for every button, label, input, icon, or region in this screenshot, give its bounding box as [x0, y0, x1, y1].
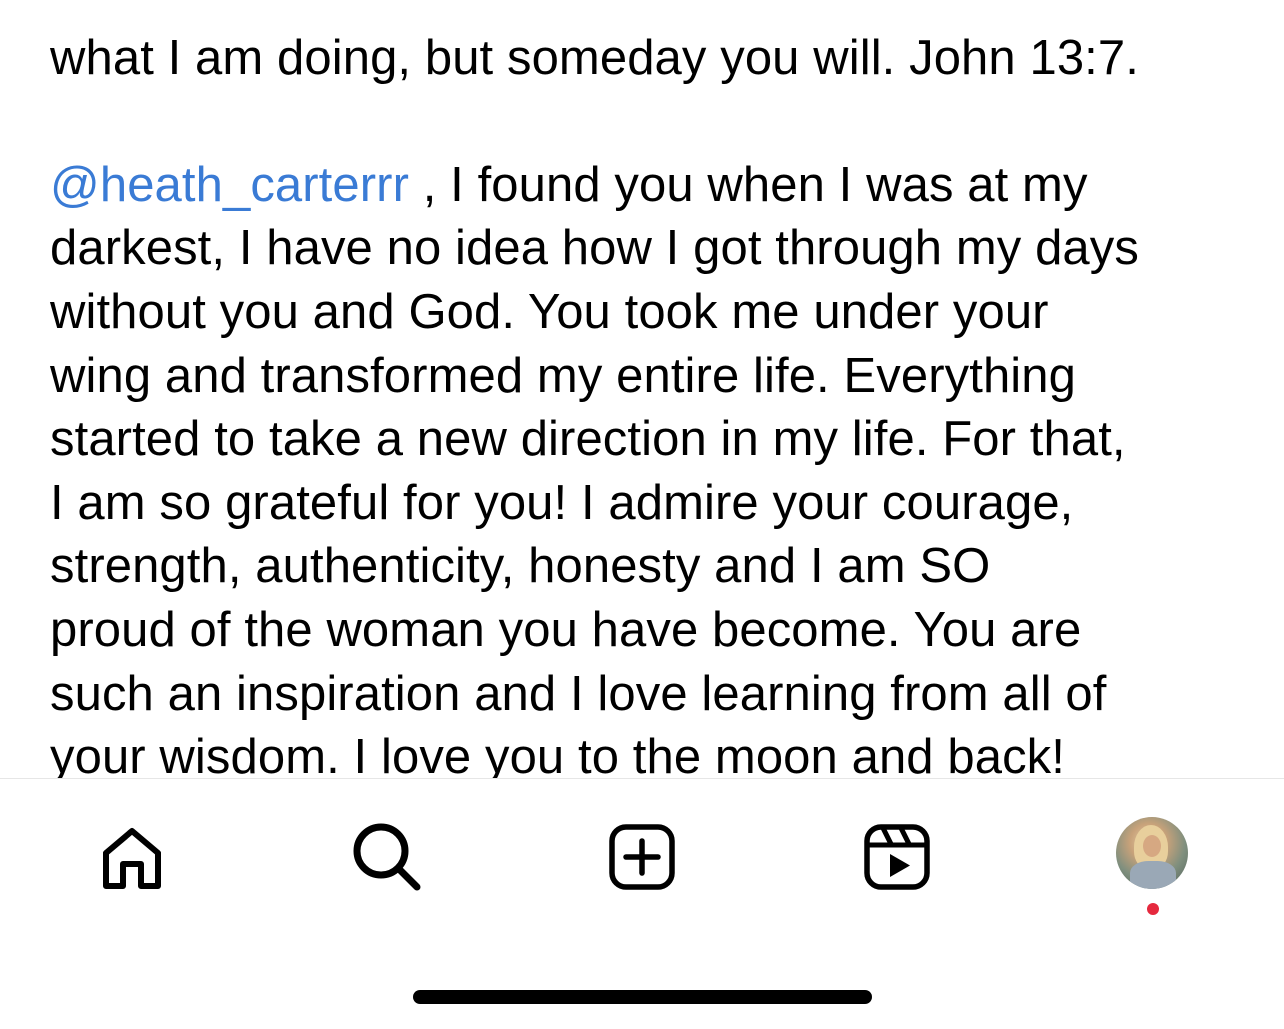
tab-profile[interactable]	[1114, 815, 1190, 891]
tab-search[interactable]	[346, 817, 426, 897]
plus-square-icon	[609, 824, 675, 890]
caption-cut-line: what I am doing, but someday you will. J…	[50, 30, 1139, 85]
avatar	[1116, 817, 1188, 889]
tab-home[interactable]	[92, 817, 172, 897]
home-indicator[interactable]	[413, 990, 872, 1004]
instagram-post-screen: what I am doing, but someday you will. J…	[0, 0, 1284, 1029]
tab-reels[interactable]	[857, 817, 937, 897]
bottom-tab-bar	[0, 779, 1284, 949]
notification-dot	[1147, 903, 1159, 915]
reels-icon	[864, 824, 930, 890]
home-icon	[103, 828, 161, 889]
tab-create[interactable]	[602, 817, 682, 897]
mention-link[interactable]: @heath_carterrr	[50, 158, 409, 212]
search-icon	[353, 823, 421, 891]
